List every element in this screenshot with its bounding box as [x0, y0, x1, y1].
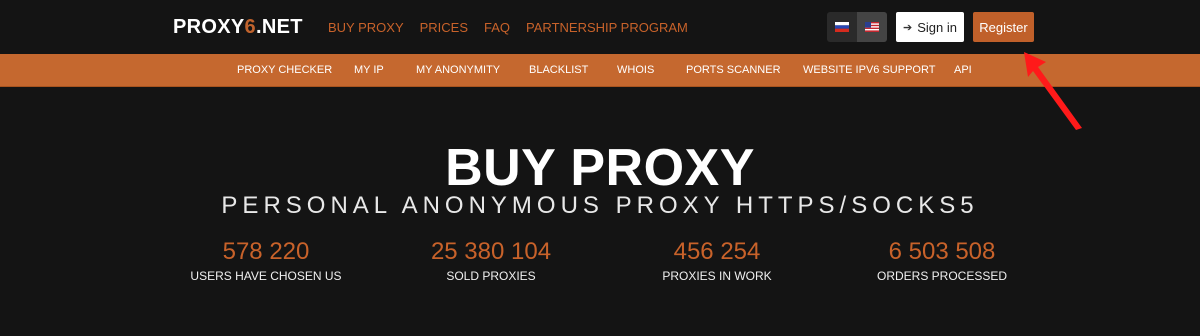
site-logo[interactable]: PROXY6.NET — [173, 16, 303, 39]
stat-value: 25 380 104 — [430, 238, 552, 265]
subnav-website-ipv6-support[interactable]: WEBSITE IPV6 SUPPORT — [803, 64, 935, 76]
register-button[interactable]: Register — [973, 12, 1034, 42]
main-nav: BUY PROXY PRICES FAQ PARTNERSHIP PROGRAM — [328, 20, 688, 35]
ru-flag-icon — [835, 22, 849, 32]
stat-sold-proxies: 25 380 104 SOLD PROXIES — [371, 238, 611, 283]
sign-in-icon: ➔ — [903, 21, 913, 34]
logo-text: PROXY — [173, 16, 245, 38]
header: PROXY6.NET BUY PROXY PRICES FAQ PARTNERS… — [0, 0, 1200, 54]
subnav-blacklist[interactable]: BLACKLIST — [529, 64, 588, 76]
sign-in-button[interactable]: ➔ Sign in — [896, 12, 964, 42]
register-label: Register — [979, 19, 1028, 35]
stat-value: 456 254 — [673, 238, 761, 265]
stat-users: 578 220 USERS HAVE CHOSEN US — [146, 238, 386, 283]
nav-buy-proxy[interactable]: BUY PROXY — [328, 20, 404, 35]
us-flag-icon — [865, 22, 879, 32]
subnav-api[interactable]: API — [954, 64, 972, 76]
hero-title: BUY PROXY — [445, 139, 755, 197]
logo-suffix: .NET — [255, 16, 303, 38]
subnav-proxy-checker[interactable]: PROXY CHECKER — [237, 64, 332, 76]
stat-label: SOLD PROXIES — [446, 269, 536, 283]
stat-label: USERS HAVE CHOSEN US — [190, 269, 342, 283]
nav-prices[interactable]: PRICES — [420, 20, 468, 35]
language-switcher — [827, 12, 887, 42]
stat-value: 578 220 — [222, 238, 310, 265]
stat-orders-processed: 6 503 508 ORDERS PROCESSED — [822, 238, 1062, 283]
subnav-whois[interactable]: WHOIS — [617, 64, 654, 76]
subnav-ports-scanner[interactable]: PORTS SCANNER — [686, 64, 781, 76]
sign-in-label: Sign in — [917, 19, 957, 35]
stat-label: ORDERS PROCESSED — [876, 269, 1008, 283]
stat-label: PROXIES IN WORK — [662, 269, 772, 283]
stat-value: 6 503 508 — [888, 238, 996, 265]
subnav-my-anonymity[interactable]: MY ANONYMITY — [416, 64, 500, 76]
annotation-arrow-icon — [1024, 52, 1082, 130]
stat-proxies-in-work: 456 254 PROXIES IN WORK — [597, 238, 837, 283]
logo-accent: 6 — [244, 16, 256, 38]
nav-faq[interactable]: FAQ — [484, 20, 510, 35]
nav-partnership-program[interactable]: PARTNERSHIP PROGRAM — [526, 20, 688, 35]
language-ru-button[interactable] — [827, 12, 857, 42]
subnav-my-ip[interactable]: MY IP — [354, 64, 384, 76]
language-en-button[interactable] — [857, 12, 887, 42]
hero-subtitle: PERSONAL ANONYMOUS PROXY HTTPS/SOCKS5 — [221, 192, 979, 219]
